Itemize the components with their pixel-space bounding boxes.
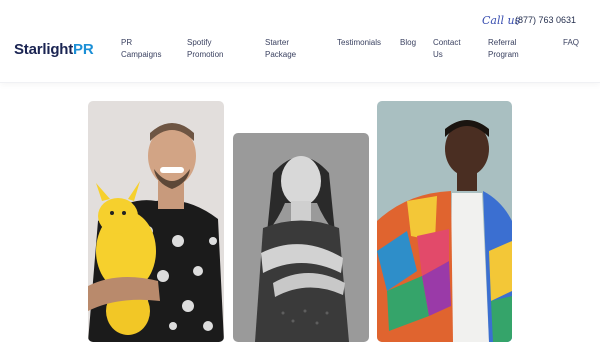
artist-photo-2 (233, 133, 369, 342)
nav-starter-package[interactable]: Starter Package (265, 37, 296, 61)
nav-referral-program[interactable]: Referral Program (488, 37, 519, 61)
logo-wordmark: Starlight (14, 41, 74, 58)
nav-contact-us[interactable]: Contact Us (433, 37, 461, 61)
nav-pr-campaigns[interactable]: PR Campaigns (121, 37, 161, 61)
nav-blog[interactable]: Blog (400, 37, 416, 49)
logo-pr-mark: PR (73, 41, 94, 58)
artist-photo-1 (88, 101, 224, 342)
nav-faq[interactable]: FAQ (563, 37, 579, 49)
nav-testimonials[interactable]: Testimonials (337, 37, 381, 49)
artist-photo-3 (377, 101, 512, 342)
phone-link[interactable]: (877) 763 0631 (515, 15, 576, 25)
site-header: StarlightPR Call us (877) 763 0631 PR Ca… (0, 0, 600, 83)
artist-gallery (0, 83, 600, 342)
logo-link[interactable]: StarlightPR (14, 41, 94, 58)
nav-spotify-promotion[interactable]: Spotify Promotion (187, 37, 223, 61)
